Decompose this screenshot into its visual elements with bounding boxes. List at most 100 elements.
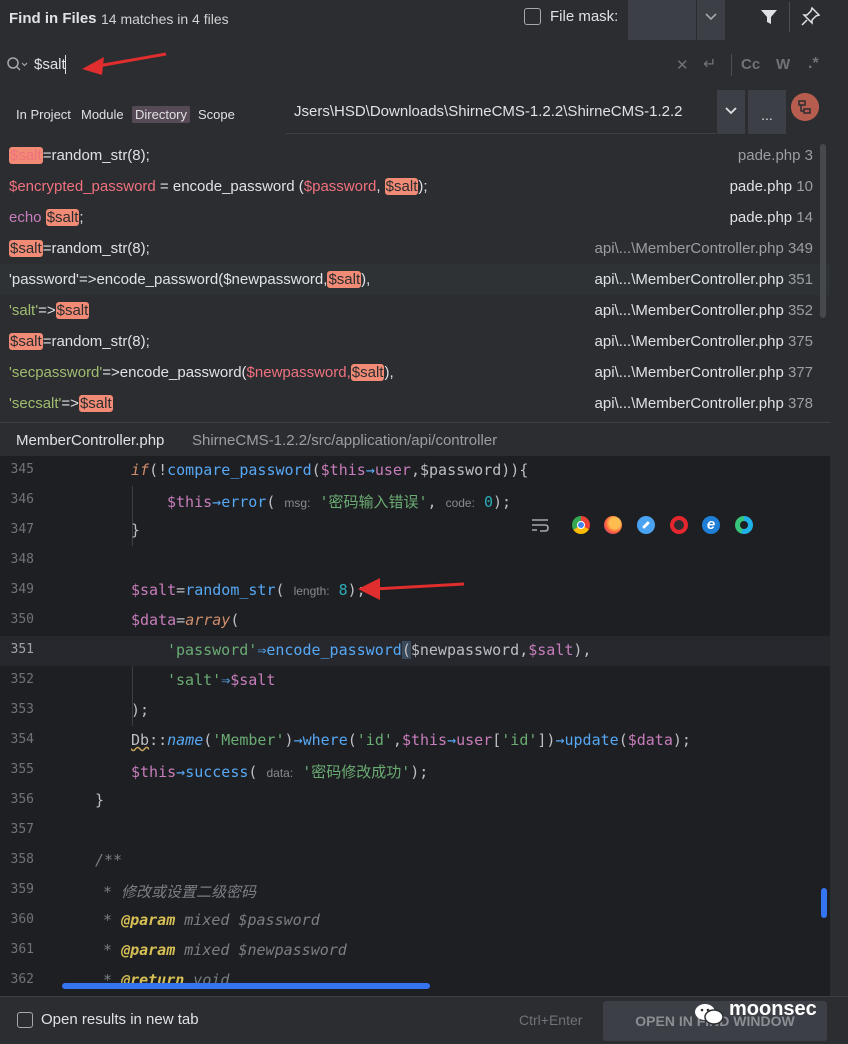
code-token: @param (121, 941, 176, 959)
file-mask-checkbox[interactable] (524, 8, 541, 25)
match-highlight: $salt (327, 271, 362, 288)
code-token: (! (149, 461, 168, 479)
code-line: 348 (0, 546, 830, 576)
code-token: $salt (528, 641, 574, 659)
result-row[interactable]: $salt=random_str(8); api\...\MemberContr… (0, 233, 830, 264)
annotation-arrow-icon (82, 52, 167, 75)
result-line: 375 (787, 333, 813, 350)
results-scrollbar[interactable] (820, 144, 826, 318)
match-highlight: $salt (9, 333, 43, 350)
result-file: api\...\MemberController.php (594, 240, 784, 257)
directory-path-field[interactable]: Jsers\HSD\Downloads\ShirneCMS-1.2.2\Shir… (286, 90, 716, 134)
result-row[interactable]: echo $salt; pade.php 14 (0, 202, 830, 233)
line-number: 362 (10, 972, 34, 987)
code-token: ), (573, 641, 592, 659)
filter-icon[interactable] (758, 6, 780, 28)
result-row-selected[interactable]: 'password'=>encode_password($newpassword… (0, 264, 830, 295)
open-in-new-tab-checkbox[interactable] (17, 1012, 33, 1028)
header-divider (789, 2, 790, 32)
opera-icon[interactable] (670, 516, 688, 534)
result-line: 378 (787, 395, 813, 412)
whole-words-icon[interactable]: W (776, 56, 790, 73)
tab-module[interactable]: Module (78, 106, 127, 123)
code-token: ); (493, 493, 512, 511)
result-location: api\...\MemberController.php 349 (595, 240, 813, 257)
safari-icon[interactable] (637, 516, 655, 534)
result-line: 349 (787, 240, 813, 257)
search-input[interactable]: $salt (34, 56, 66, 73)
open-in-new-tab-label[interactable]: Open results in new tab (41, 1011, 199, 1028)
firefox-icon[interactable] (604, 516, 622, 534)
match-highlight: $salt (9, 147, 43, 164)
result-code: $newpassword, (246, 364, 351, 381)
match-highlight: $salt (55, 302, 90, 319)
soft-wrap-icon[interactable] (530, 517, 550, 533)
result-row[interactable]: $encrypted_password = encode_password ($… (0, 171, 830, 202)
line-number: 349 (10, 582, 34, 597)
horizontal-scrollbar[interactable] (62, 983, 430, 989)
result-row[interactable]: 'salt'=>$salt api\...\MemberController.p… (0, 295, 830, 326)
code-line: 354 Db::name('Member')→where('id',$this→… (0, 726, 830, 756)
result-row[interactable]: $salt=random_str(8); pade.php 3 (0, 140, 830, 171)
match-highlight: $salt (384, 178, 419, 195)
result-code: echo (9, 209, 46, 226)
result-code: =>encode_password($newpassword, (78, 271, 328, 288)
parameter-hint: data: (266, 766, 294, 780)
code-token: → (555, 731, 565, 749)
pin-icon[interactable] (799, 6, 821, 28)
code-token: ⇒ (257, 641, 267, 659)
shortcut-hint: Ctrl+Enter (519, 1012, 583, 1028)
tab-directory[interactable]: Directory (132, 106, 191, 123)
code-token: ( (266, 493, 285, 511)
tab-scope[interactable]: Scope (195, 106, 238, 123)
ie-icon[interactable]: e (702, 516, 720, 534)
code-token: ( (311, 461, 321, 479)
code-token: array (185, 611, 231, 629)
code-token: $this (131, 763, 177, 781)
search-icon[interactable] (6, 56, 28, 74)
match-case-icon[interactable]: Cc (741, 56, 760, 73)
result-code: =random_str(8); (42, 240, 150, 257)
code-token: mixed (175, 941, 239, 959)
code-token: = (176, 581, 186, 599)
code-token: name (167, 731, 204, 749)
code-token: encode_password (266, 641, 402, 659)
clear-icon[interactable]: ✕ (676, 56, 689, 74)
file-mask-dropdown[interactable] (697, 0, 725, 40)
code-token: where (302, 731, 348, 749)
code-token: compare_password (167, 461, 312, 479)
line-number: 355 (10, 762, 34, 777)
chrome-icon[interactable] (572, 516, 590, 534)
editor-scrollbar[interactable] (821, 888, 827, 918)
code-token: ); (410, 763, 429, 781)
code-token: ( (275, 581, 294, 599)
browse-button[interactable]: ... (748, 90, 786, 134)
preview-file-path: ShirneCMS-1.2.2/src/application/api/cont… (192, 432, 498, 449)
result-line: 352 (787, 302, 813, 319)
code-token: 'password' (167, 641, 258, 659)
result-row[interactable]: 'secpassword'=>encode_password($newpassw… (0, 357, 830, 388)
recursive-directory-icon[interactable] (791, 93, 819, 121)
preview-header: MemberController.php ShirneCMS-1.2.2/src… (0, 422, 830, 456)
search-divider (731, 54, 732, 76)
result-code: =random_str(8); (42, 333, 150, 350)
code-line: 359 * 修改或设置二级密码 (0, 876, 830, 906)
code-token: ( (248, 763, 267, 781)
edge-icon[interactable] (735, 516, 753, 534)
file-mask-input[interactable] (628, 0, 696, 40)
code-token: ( (347, 731, 357, 749)
regex-icon[interactable]: .* (808, 55, 819, 73)
code-token: $password (238, 911, 320, 929)
code-token: = (176, 611, 186, 629)
line-number: 350 (10, 612, 34, 627)
code-token: } (95, 791, 105, 809)
new-line-icon[interactable]: ↵ (703, 54, 716, 74)
directory-dropdown[interactable] (717, 90, 745, 134)
result-location: api\...\MemberController.php 352 (595, 302, 813, 319)
tab-in-project[interactable]: In Project (13, 106, 74, 123)
result-row[interactable]: 'secsalt'=>$salt api\...\MemberControlle… (0, 388, 830, 419)
result-location: api\...\MemberController.php 351 (595, 271, 813, 288)
open-in-browser-bar: e (524, 510, 764, 540)
result-row[interactable]: $salt=random_str(8); api\...\MemberContr… (0, 326, 830, 357)
result-code: ); (418, 178, 428, 195)
